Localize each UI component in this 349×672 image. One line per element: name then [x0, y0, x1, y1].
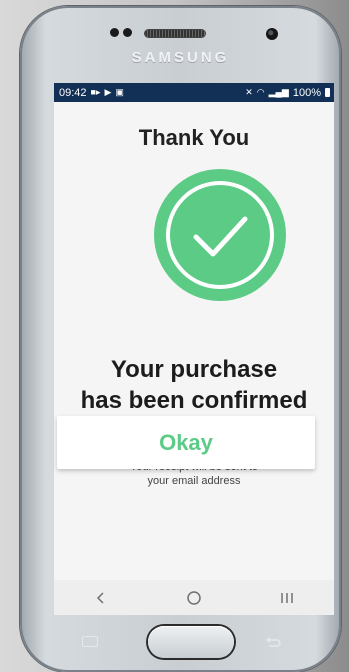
status-left: 09:42 ■▸ ▶ ▣ [59, 87, 124, 99]
chevron-left-icon [96, 591, 104, 604]
top-bezel: SAMSUNG [20, 6, 341, 83]
image-notification-icon: ▣ [115, 87, 124, 97]
receipt-line-2: your email address [147, 475, 241, 487]
earpiece-speaker [145, 30, 205, 37]
confirmation-headline: Your purchase has been confirmed [54, 354, 334, 416]
bottom-bezel [20, 616, 341, 672]
sensor-dots [110, 28, 132, 37]
nav-recent-button[interactable] [267, 580, 307, 615]
status-right: ✕ ◠ ▂▄▆ 100% [245, 87, 330, 99]
recent-apps-icon [281, 592, 294, 603]
status-time: 09:42 [59, 86, 87, 99]
hardware-home-button[interactable] [148, 626, 234, 658]
screen: 09:42 ■▸ ▶ ▣ ✕ ◠ ▂▄▆ 100% Thank You Your… [54, 83, 334, 615]
play-notification-icon: ▶ [104, 87, 112, 97]
back-arrow-icon [265, 637, 281, 647]
okay-button[interactable]: Okay [57, 416, 315, 469]
headline-line-1: Your purchase [110, 356, 278, 383]
battery-percent: 100% [292, 86, 321, 99]
phone-frame: SAMSUNG 09:42 ■▸ ▶ ▣ ✕ ◠ ▂▄▆ 100% Thank … [20, 6, 341, 672]
front-camera-icon [266, 28, 278, 40]
nav-back-button[interactable] [81, 580, 121, 615]
nav-home-button[interactable] [174, 580, 214, 615]
headline-line-2: has been confirmed [80, 387, 308, 414]
battery-icon [325, 88, 330, 97]
signal-icon: ▂▄▆ [268, 87, 289, 97]
android-nav-bar [54, 580, 334, 615]
check-circle-icon [154, 169, 286, 301]
circle-home-icon [187, 590, 201, 605]
page-title: Thank You [138, 125, 250, 150]
wifi-icon: ◠ [256, 87, 265, 97]
confirmation-content: Thank You Your purchase has been confirm… [54, 102, 334, 582]
video-notification-icon: ■▸ [90, 87, 101, 97]
device-brand-logo: SAMSUNG [131, 49, 230, 66]
hardware-recent-key[interactable] [82, 636, 98, 647]
mute-icon: ✕ [245, 87, 253, 97]
status-bar: 09:42 ■▸ ▶ ▣ ✕ ◠ ▂▄▆ 100% [54, 83, 334, 102]
hardware-back-key[interactable] [264, 636, 282, 648]
